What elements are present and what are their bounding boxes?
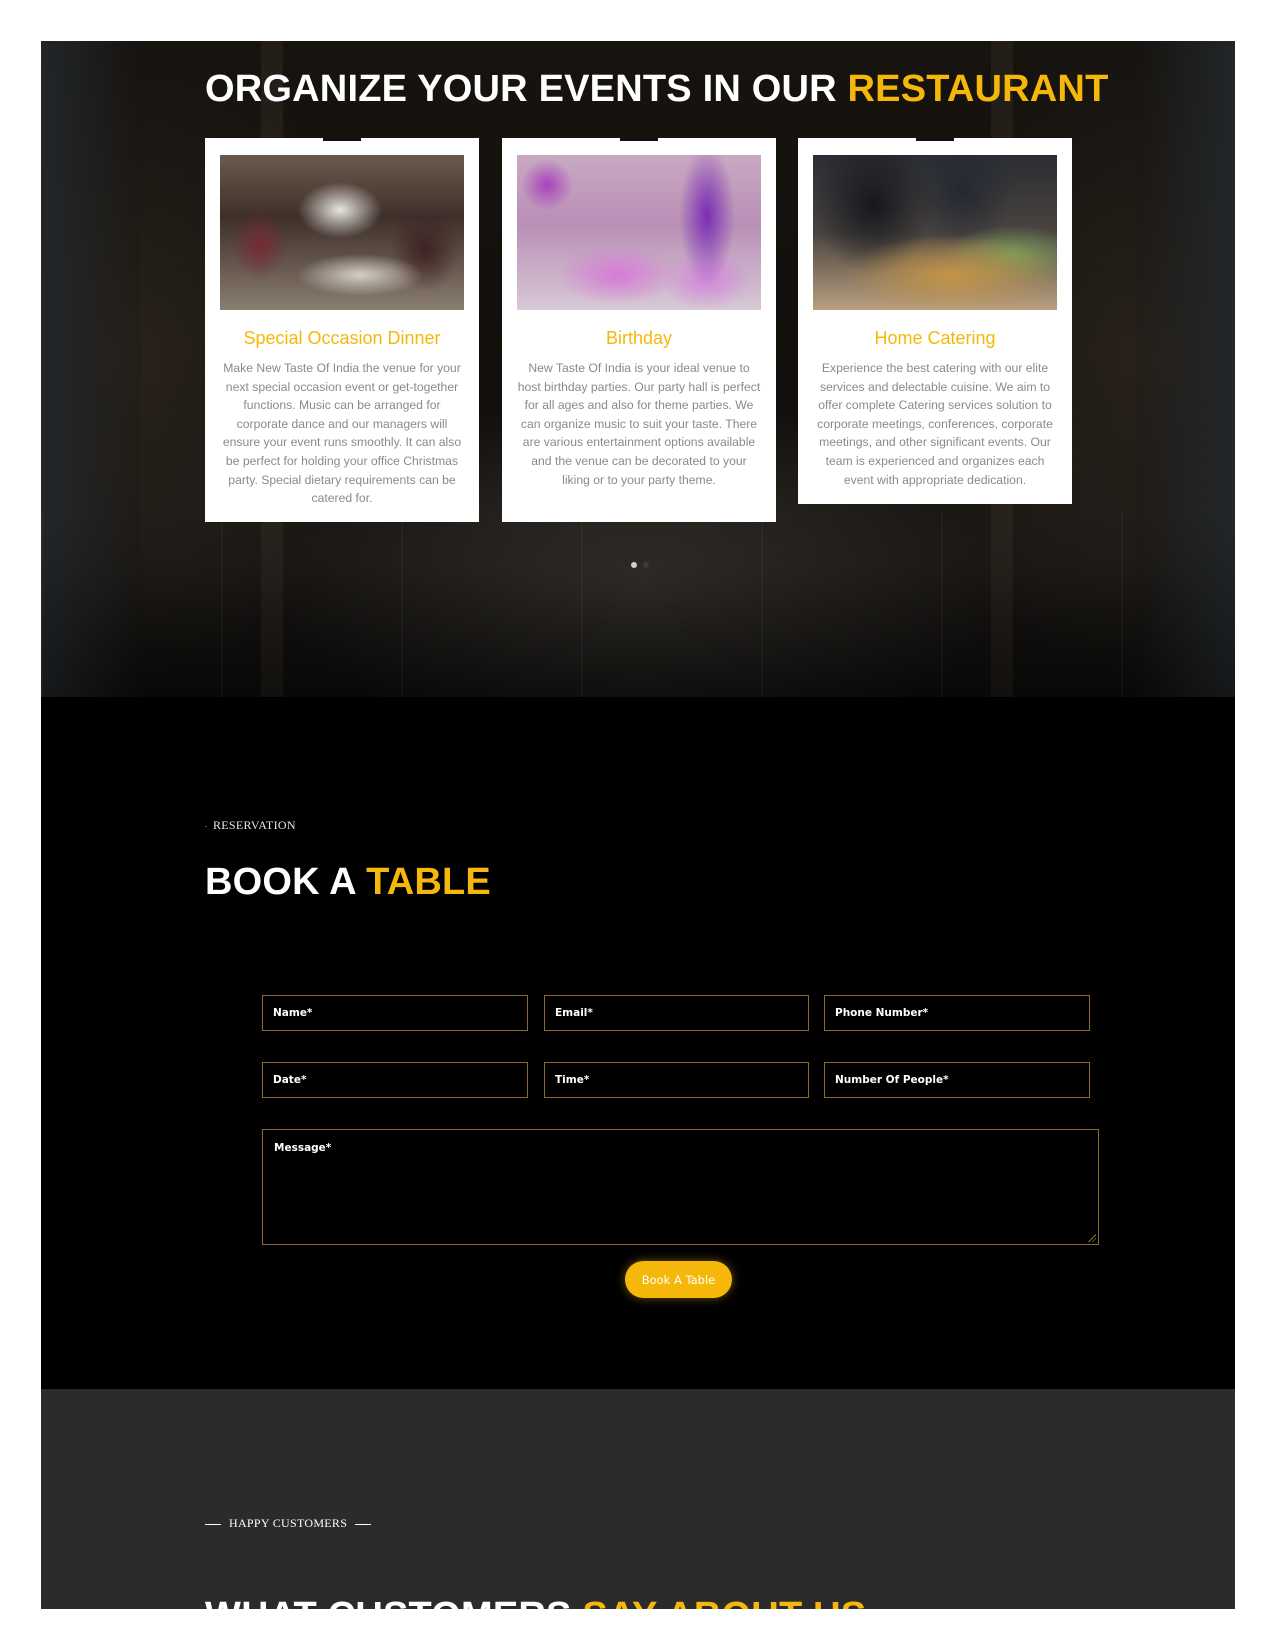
reservation-eyebrow: RESERVATION xyxy=(205,818,296,833)
email-field-wrapper xyxy=(544,995,809,1031)
carousel-pagination xyxy=(631,555,655,573)
reservation-heading: BOOK A TABLE xyxy=(205,861,491,904)
testimonials-section xyxy=(41,1389,1235,1609)
event-card-special-occasion: Special Occasion Dinner Make New Taste O… xyxy=(205,138,479,522)
event-card-text: New Taste Of India is your ideal venue t… xyxy=(517,361,761,487)
number-of-people-input[interactable] xyxy=(825,1063,1089,1097)
carousel-dot-active[interactable] xyxy=(631,562,637,568)
events-heading: ORGANIZE YOUR EVENTS IN OUR RESTAURANT xyxy=(205,68,1108,111)
testimonials-heading: WHAT CUSTOMERS SAY ABOUT US xyxy=(205,1595,866,1609)
message-textarea[interactable] xyxy=(263,1130,1098,1244)
message-field-wrapper xyxy=(262,1129,1099,1245)
time-field-wrapper xyxy=(544,1062,809,1098)
time-input[interactable] xyxy=(545,1063,808,1097)
name-input[interactable] xyxy=(263,996,527,1030)
event-card-home-catering: Home Catering Experience the best cateri… xyxy=(798,138,1072,504)
background-floor xyxy=(41,511,1235,697)
event-card-title: Birthday xyxy=(605,328,673,348)
card-notch xyxy=(323,138,361,141)
date-field-wrapper xyxy=(262,1062,528,1098)
page-frame: ORGANIZE YOUR EVENTS IN OUR RESTAURANT S… xyxy=(41,41,1235,1609)
carousel-dot[interactable] xyxy=(643,562,649,568)
eyebrow-line-left xyxy=(205,1523,221,1525)
date-input[interactable] xyxy=(263,1063,527,1097)
reservation-heading-main: BOOK A xyxy=(205,861,367,903)
card-notch xyxy=(620,138,658,141)
event-card-title: Home Catering xyxy=(874,328,996,348)
name-field-wrapper xyxy=(262,995,528,1031)
testimonials-eyebrow-label: HAPPY CUSTOMERS xyxy=(229,1516,348,1530)
reservation-heading-accent: TABLE xyxy=(366,861,491,903)
testimonials-eyebrow: HAPPY CUSTOMERS xyxy=(205,1516,379,1531)
resize-grip-icon[interactable] xyxy=(1088,1234,1096,1242)
phone-field-wrapper xyxy=(824,995,1090,1031)
phone-input[interactable] xyxy=(825,996,1089,1030)
event-card-text: Make New Taste Of India the venue for yo… xyxy=(222,361,462,506)
events-heading-main: ORGANIZE YOUR EVENTS IN OUR xyxy=(205,68,848,110)
catering-photo xyxy=(813,155,1057,310)
birthday-photo xyxy=(517,155,761,310)
eyebrow-line xyxy=(205,825,207,827)
testimonials-heading-accent: SAY ABOUT US xyxy=(582,1595,866,1609)
testimonials-heading-main: WHAT CUSTOMERS xyxy=(205,1595,582,1609)
people-field-wrapper xyxy=(824,1062,1090,1098)
event-card-title: Special Occasion Dinner xyxy=(243,328,441,348)
card-notch xyxy=(916,138,954,141)
events-section: ORGANIZE YOUR EVENTS IN OUR RESTAURANT S… xyxy=(41,41,1235,697)
eyebrow-line-right xyxy=(355,1523,372,1525)
event-card-text: Experience the best catering with our el… xyxy=(817,361,1053,487)
book-a-table-button[interactable]: Book A Table xyxy=(625,1261,732,1298)
events-heading-accent: RESTAURANT xyxy=(847,68,1109,110)
email-input[interactable] xyxy=(545,996,808,1030)
dinner-photo xyxy=(220,155,464,310)
event-card-birthday: Birthday New Taste Of India is your idea… xyxy=(502,138,776,522)
reservation-eyebrow-label: RESERVATION xyxy=(213,818,296,832)
